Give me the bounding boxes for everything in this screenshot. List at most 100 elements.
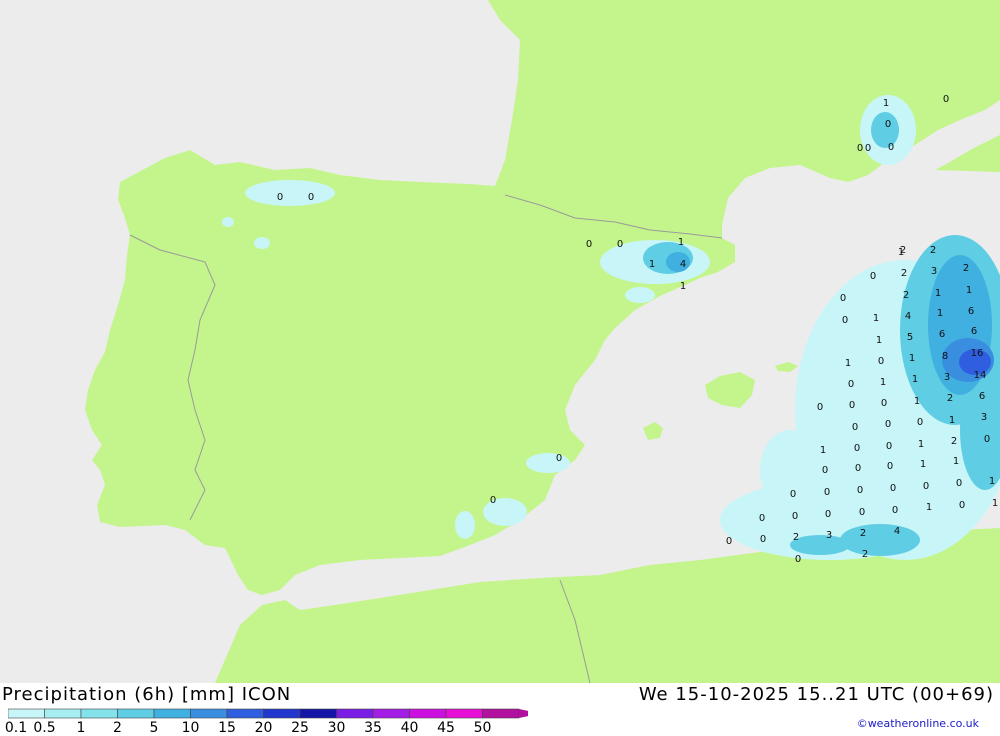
precip-value-label: 0: [795, 554, 801, 565]
precip-value-label: 1: [898, 247, 904, 258]
precip-value-label: 1: [992, 498, 998, 509]
legend-swatch: [226, 708, 264, 719]
precip-value-label: 0: [790, 489, 796, 500]
precip-value-label: 3: [826, 530, 832, 541]
precip-value-label: 1: [949, 415, 955, 426]
legend-label: 45: [437, 720, 455, 736]
legend-swatch: [44, 708, 82, 719]
precip-value-label: 1: [649, 259, 655, 270]
precip-value-label: 6: [971, 326, 977, 337]
legend-label: 40: [400, 720, 419, 736]
precip-value-label: 3: [931, 266, 937, 277]
precip-value-label: 2: [947, 393, 953, 404]
precip-value-label: 0: [857, 485, 863, 496]
precip-value-label: 2: [901, 268, 907, 279]
precip-value-label: 6: [979, 391, 985, 402]
precip-value-label: 1: [680, 281, 686, 292]
footer-bar: Precipitation (6h) [mm] ICON We 15-10-20…: [0, 683, 1000, 736]
precip-value-label: 0: [848, 379, 854, 390]
precip-value-label: 0: [890, 483, 896, 494]
precip-value-label: 0: [888, 142, 894, 153]
legend-label: 35: [364, 720, 382, 736]
precip-value-label: 0: [859, 507, 865, 518]
precip-value-label: 1: [912, 374, 918, 385]
precip-value-label: 0: [984, 434, 990, 445]
precip-value-label: 2: [963, 263, 969, 274]
precip-value-label: 1: [926, 502, 932, 513]
precip-value-label: 0: [881, 398, 887, 409]
legend-swatch: [153, 708, 191, 719]
precip-value-label: 0: [817, 402, 823, 413]
precip-value-label: 0: [956, 478, 962, 489]
legend-swatch: [117, 708, 155, 719]
precip-value-label: 0: [822, 465, 828, 476]
precip-value-label: 0: [855, 463, 861, 474]
precip-value-label: 6: [968, 306, 974, 317]
legend-label: 2: [113, 720, 122, 736]
precip-value-label: 0: [870, 271, 876, 282]
precip-value-label: 0: [825, 509, 831, 520]
legend-swatch: [409, 708, 447, 719]
precip-value-label: 0: [857, 143, 863, 154]
legend-label: 5: [149, 720, 159, 736]
precip-value-label: 4: [894, 526, 900, 537]
precip-value-label: 0: [277, 192, 283, 203]
legend-swatch: [299, 708, 337, 719]
precip-value-label: 0: [852, 422, 858, 433]
precip-value-label: 1: [845, 358, 851, 369]
legend-label: 25: [291, 720, 309, 736]
precip-value-label: 2: [862, 549, 868, 560]
legend-swatch: [482, 708, 520, 719]
precip-value-label: 1: [918, 439, 924, 450]
precip-value-label: 0: [840, 293, 846, 304]
legend-swatch: [372, 708, 410, 719]
precip-value-label: 4: [905, 311, 911, 322]
precip-value-label: 1: [820, 445, 826, 456]
precip-value-label: 1: [880, 377, 886, 388]
legend-swatch: [445, 708, 483, 719]
precip-value-label: 0: [792, 511, 798, 522]
legend-label: 1: [76, 720, 86, 736]
precip-value-label: 0: [943, 94, 949, 105]
precip-value-label: 1: [953, 456, 959, 467]
precip-value-label: 1: [935, 288, 941, 299]
precip-value-label: 0: [865, 143, 871, 154]
precip-value-label: 14: [974, 370, 987, 381]
precip-value-label: 1: [678, 237, 684, 248]
map-canvas: 0 00 0 11 4100010 021 20 2 3 20 2 1 10 1 4 1 61 5 6 61 0 1 8 16…: [0, 0, 1000, 684]
precipitation-map[interactable]: 0 0 0 0 1 1 4 1 0 0 0 1 0 0 2 1 2 0 2 3 2 0 2 1 1 0 1 4 1 6 1 5 6 6 1 0 1 8 16…: [0, 0, 1000, 684]
precip-value-label: 1: [989, 476, 995, 487]
precip-value-label: 0: [917, 417, 923, 428]
precip-value-label: 0: [892, 505, 898, 516]
precip-value-label: 2: [903, 290, 909, 301]
legend-swatch: [263, 708, 301, 719]
precip-value-label: 0: [759, 513, 765, 524]
precip-value-label: 0: [617, 239, 623, 250]
precip-value-label: 1: [873, 313, 879, 324]
precip-value-label: 3: [981, 412, 987, 423]
precip-value-label: 0: [854, 443, 860, 454]
legend-label: 15: [218, 720, 236, 736]
site-credit[interactable]: ©weatheronline.co.uk: [857, 717, 979, 730]
precip-value-label: 0: [586, 239, 592, 250]
precip-value-label: 2: [793, 532, 799, 543]
legend-label: 10: [181, 720, 200, 736]
precip-value-label: 0: [923, 481, 929, 492]
precip-value-label: 3: [944, 372, 950, 383]
precip-value-label: 0: [849, 400, 855, 411]
precip-value-label: 0: [726, 536, 732, 547]
precip-value-label: 8: [942, 351, 948, 362]
legend-label: 0.1: [4, 720, 28, 736]
legend-arrow: [519, 709, 528, 718]
precip-value-label: 0: [885, 419, 891, 430]
precip-value-label: 1: [909, 353, 915, 364]
precip-value-label: 0: [556, 453, 562, 464]
precip-value-label: 2: [930, 245, 936, 256]
legend-label: 50: [473, 720, 492, 736]
precip-value-label: 0: [959, 500, 965, 511]
map-title: Precipitation (6h) [mm] ICON: [2, 684, 292, 705]
legend-swatch: [8, 708, 45, 719]
precip-value-label: 1: [937, 308, 943, 319]
precip-value-label: 0: [760, 534, 766, 545]
precip-value-label: 1: [876, 335, 882, 346]
